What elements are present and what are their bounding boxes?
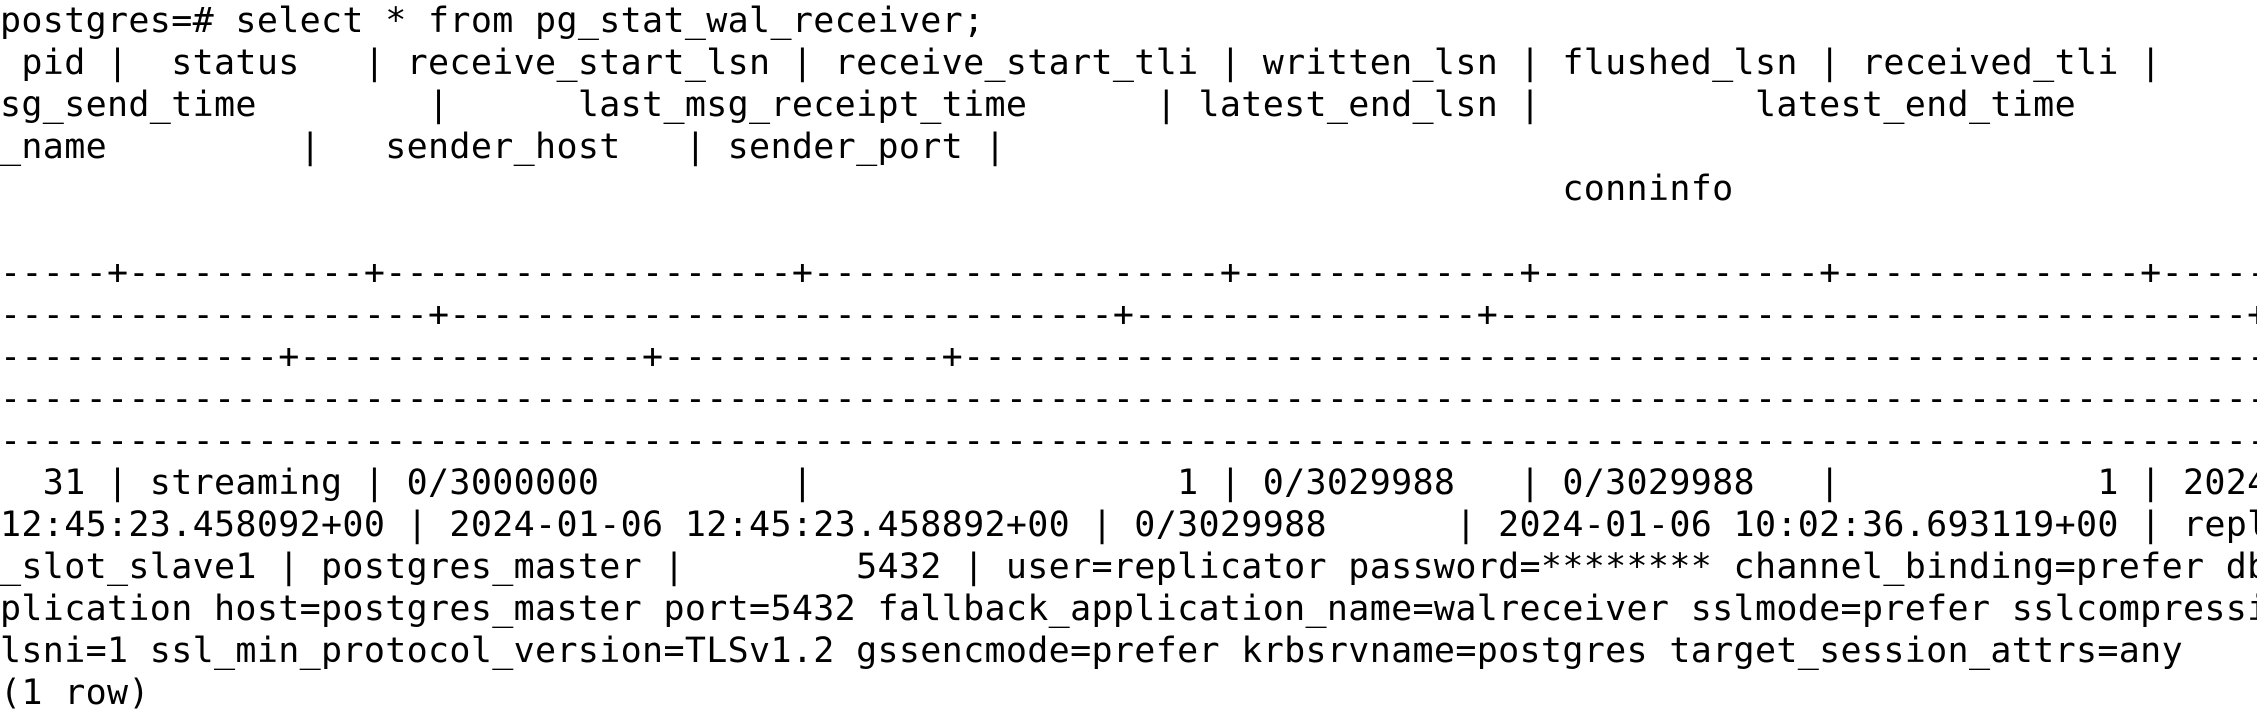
table-row-line: 12:45:23.458092+00 | 2024-01-06 12:45:23… bbox=[0, 505, 2257, 545]
table-row-line: _slot_slave1 | postgres_master | 5432 | … bbox=[0, 547, 2257, 587]
table-header-line: conninfo bbox=[0, 169, 1734, 209]
table-row-line: 31 | streaming | 0/3000000 | 1 | 0/30299… bbox=[0, 463, 2257, 503]
table-header-line: _name | sender_host | sender_port | bbox=[0, 127, 1006, 167]
table-separator-line: --------------------+-------------------… bbox=[0, 295, 2257, 335]
table-separator-line: -------------+----------------+---------… bbox=[0, 337, 2257, 377]
table-separator-line: ----------------------------------------… bbox=[0, 379, 2257, 419]
table-row-line: plication host=postgres_master port=5432… bbox=[0, 589, 2257, 629]
command-prompt-line: postgres=# select * from pg_stat_wal_rec… bbox=[0, 1, 985, 41]
table-header-line: pid | status | receive_start_lsn | recei… bbox=[0, 43, 2257, 83]
row-count-footer: (1 row) bbox=[0, 673, 150, 713]
table-header-line: sg_send_time | last_msg_receipt_time | l… bbox=[0, 85, 2076, 125]
table-separator-line: -----+-----------+-------------------+--… bbox=[0, 253, 2257, 293]
table-row-line: lsni=1 ssl_min_protocol_version=TLSv1.2 … bbox=[0, 631, 2183, 671]
terminal-window[interactable]: postgres=# select * from pg_stat_wal_rec… bbox=[0, 0, 2257, 713]
table-separator-line: ----------------------------------------… bbox=[0, 421, 2257, 461]
